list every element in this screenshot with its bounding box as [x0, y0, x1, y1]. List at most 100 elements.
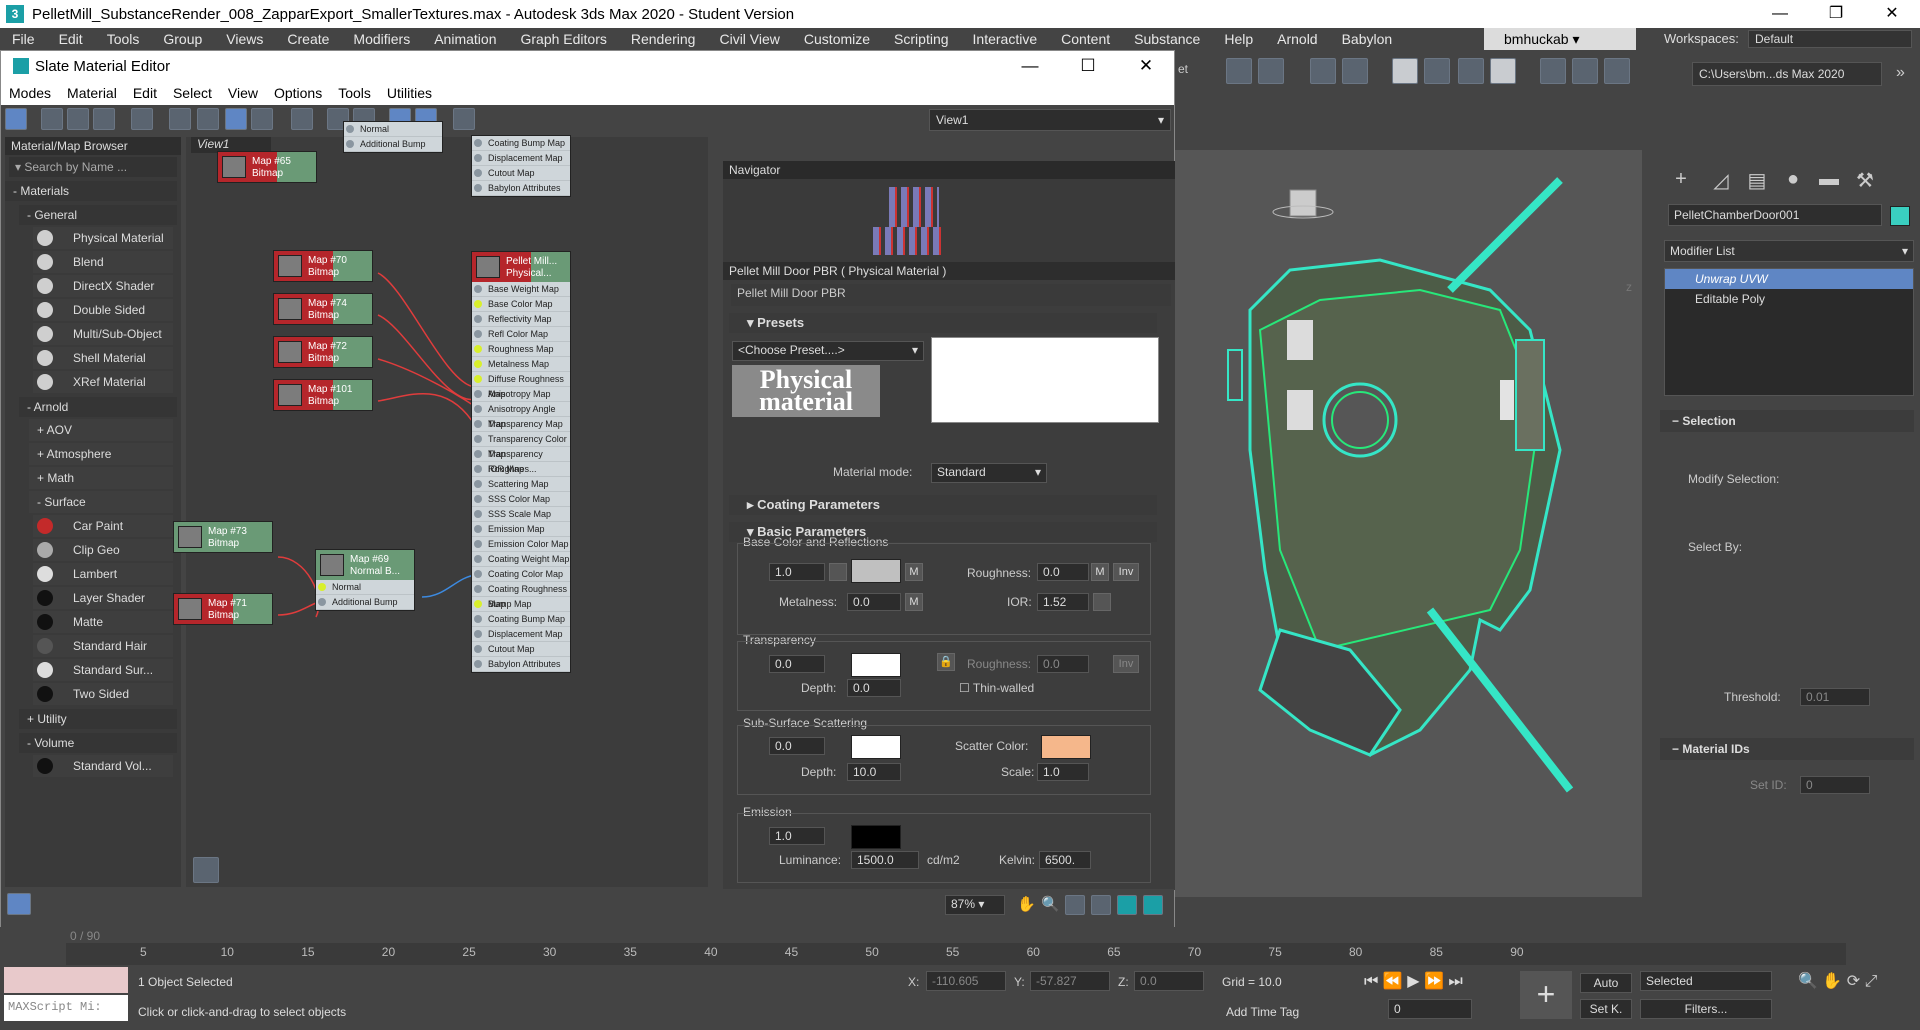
selection-set-dropdown[interactable]: et [1178, 62, 1188, 76]
node-slot[interactable]: SSS Color Map [472, 492, 570, 507]
key-filter-selected-dropdown[interactable]: Selected [1640, 971, 1772, 991]
browser-item-lambert[interactable]: Lambert [33, 563, 173, 585]
roughness-inv-button[interactable]: Inv [1113, 563, 1139, 581]
show-map-in-viewport-icon[interactable] [225, 108, 247, 130]
set-key-icon[interactable]: + [1520, 971, 1572, 1019]
node-slot[interactable]: Coating Roughness Map [472, 582, 570, 609]
node-slot[interactable]: Additional Bump [316, 595, 414, 610]
luminance-spinner[interactable]: 1500.0 [851, 851, 919, 869]
node-n71[interactable]: Map #71 Bitmap [173, 593, 273, 625]
thin-walled-checkbox[interactable]: ☐ Thin-walled [959, 681, 1034, 695]
menu-graph-editors[interactable]: Graph Editors [508, 31, 618, 47]
transparency-roughness-spinner[interactable]: 0.0 [1037, 655, 1089, 673]
node-header[interactable]: Map #70 Bitmap [274, 251, 372, 281]
slate-menu-material[interactable]: Material [59, 85, 125, 101]
coating-parameters-rollout-header[interactable]: ▸ Coating Parameters [729, 495, 1157, 515]
pan-icon[interactable]: ✋ [1017, 895, 1036, 913]
preset-list[interactable] [931, 337, 1159, 423]
group-aov[interactable]: + AOV [29, 419, 173, 441]
threshold-spinner[interactable]: 0.01 [1800, 688, 1870, 706]
node-slot[interactable]: Normal [344, 122, 442, 137]
transparency-depth-spinner[interactable]: 0.0 [847, 679, 901, 697]
base-weight-spinner[interactable]: 1.0 [769, 563, 825, 581]
workspace-dropdown[interactable]: Default [1748, 30, 1912, 48]
metalness-map-button[interactable]: M [905, 593, 923, 611]
node-slot[interactable]: Roughness Map [472, 342, 570, 357]
lock-icon[interactable]: 🔒 [937, 653, 955, 671]
node-n70[interactable]: Map #70 Bitmap [273, 250, 373, 282]
menu-babylon[interactable]: Babylon [1330, 31, 1405, 47]
ribbon-toggle-icon[interactable] [1392, 58, 1418, 84]
binoculars-icon[interactable] [193, 857, 219, 883]
key-filters-button[interactable]: Filters... [1640, 999, 1772, 1019]
zoom-extents-icon[interactable] [1091, 895, 1111, 915]
pick-material-icon[interactable] [41, 108, 63, 130]
mirror-icon[interactable] [1226, 58, 1252, 84]
sss-depth-spinner[interactable]: 10.0 [847, 763, 901, 781]
selection-rollout-header[interactable]: − Selection [1660, 410, 1914, 432]
browser-item-double-sided[interactable]: Double Sided [33, 299, 173, 321]
group-general[interactable]: - General [19, 205, 177, 225]
object-name-field[interactable]: PelletChamberDoor001 [1668, 204, 1882, 226]
put-material-icon[interactable] [67, 108, 89, 130]
base-color-swatch[interactable] [851, 559, 901, 583]
node-slot[interactable]: Cutout Map [472, 642, 570, 657]
node-slot[interactable]: Emission Color Map [472, 537, 570, 552]
browser-item-standard-hair[interactable]: Standard Hair [33, 635, 173, 657]
material-id-icon[interactable] [291, 108, 313, 130]
slate-close-button[interactable]: ✕ [1117, 51, 1175, 81]
roughness-spinner[interactable]: 0.0 [1037, 563, 1089, 581]
transparency-inv-button[interactable]: Inv [1113, 655, 1139, 673]
node-slot[interactable]: Reflectivity Map [472, 312, 570, 327]
z-coordinate[interactable]: 0.0 [1134, 971, 1204, 991]
browser-item-blend[interactable]: Blend [33, 251, 173, 273]
slate-menu-tools[interactable]: Tools [330, 85, 379, 101]
menu-customize[interactable]: Customize [792, 31, 882, 47]
view-selector-dropdown[interactable]: View1 ▾ [929, 109, 1171, 131]
set-key-button[interactable]: Set K. [1580, 999, 1632, 1019]
material-ids-rollout-header[interactable]: − Material IDs [1660, 738, 1914, 760]
menu-tools[interactable]: Tools [95, 31, 152, 47]
node-pbr[interactable]: Pellet Mill... Physical... Base Weight Map… [471, 251, 571, 673]
utilities-tab-icon[interactable]: ⚒ [1850, 168, 1880, 192]
node-slot[interactable]: Cutout Map [472, 166, 570, 181]
browser-item-two-sided[interactable]: Two Sided [33, 683, 173, 705]
group-math[interactable]: + Math [29, 467, 173, 489]
perspective-viewport[interactable]: z [1170, 150, 1642, 897]
menu-substance[interactable]: Substance [1122, 31, 1212, 47]
node-n73[interactable]: Map #73 Bitmap [173, 521, 273, 553]
node-slot[interactable]: Bump Map [472, 597, 570, 612]
base-weight-map-button[interactable] [829, 563, 847, 581]
render-setup-icon[interactable] [1540, 58, 1566, 84]
project-path-dropdown[interactable]: C:\Users\bm...ds Max 2020 [1692, 62, 1882, 86]
minimize-button[interactable]: — [1752, 0, 1808, 28]
scene-explorer-icon[interactable] [1310, 58, 1336, 84]
browser-item-physical-material[interactable]: Physical Material [33, 227, 173, 249]
select-by-material-icon[interactable] [453, 108, 475, 130]
node-header[interactable]: Map #65 Bitmap [218, 152, 316, 182]
menu-views[interactable]: Views [214, 31, 275, 47]
transparency-color-swatch[interactable] [851, 653, 901, 677]
browser-item-directx-shader[interactable]: DirectX Shader [33, 275, 173, 297]
pan-to-selected-icon[interactable] [1143, 895, 1163, 915]
menu-group[interactable]: Group [151, 31, 214, 47]
user-account-dropdown[interactable]: bmhuckab ▾ [1484, 28, 1636, 50]
node-slot[interactable]: Diffuse Roughness Map [472, 372, 570, 399]
node-header[interactable]: Map #72 Bitmap [274, 337, 372, 367]
toolbar-overflow-icon[interactable]: » [1896, 64, 1905, 82]
viewport-navigation-icons[interactable]: 🔍 ✋ ⟳ ⤢ [1798, 971, 1918, 991]
layer-explorer-icon[interactable] [1342, 58, 1368, 84]
zoom-region-icon[interactable] [1065, 895, 1085, 915]
move-children-icon[interactable] [169, 108, 191, 130]
node-view[interactable] [186, 137, 708, 887]
slate-menu-edit[interactable]: Edit [125, 85, 165, 101]
node-ntop[interactable]: Normal Additional Bump [343, 121, 443, 153]
node-slot[interactable]: Anisotropy Angle Map [472, 402, 570, 429]
set-id-spinner[interactable]: 0 [1800, 776, 1870, 794]
timeline[interactable]: 0 / 90 5 10 15 20 25 30 35 40 45 50 55 60 65 70 75 80 85… [0, 927, 1920, 967]
node-header[interactable]: Map #73 Bitmap [174, 522, 272, 552]
rendered-frame-window-icon[interactable] [1572, 58, 1598, 84]
emission-weight-spinner[interactable]: 1.0 [769, 827, 825, 845]
display-tab-icon[interactable]: ▬ [1814, 168, 1844, 190]
metalness-spinner[interactable]: 0.0 [847, 593, 901, 611]
